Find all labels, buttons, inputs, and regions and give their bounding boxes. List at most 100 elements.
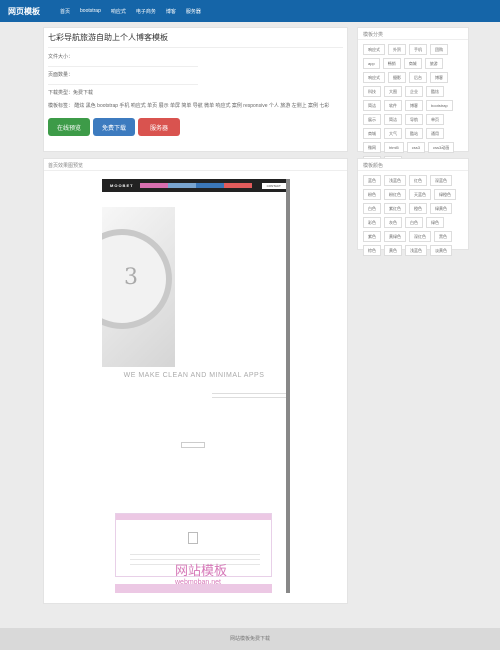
color-tag[interactable]: 紫色 <box>363 231 381 242</box>
screenshot-paragraph <box>212 393 286 403</box>
main-nav: 首页 bootstrap 响应式 电子商务 博客 服务器 <box>60 8 201 15</box>
screenshot-menu-item <box>223 183 252 188</box>
color-tag[interactable]: 浅蓝色 <box>405 245 427 256</box>
category-title: 模板分类 <box>358 28 468 40</box>
document-icon <box>188 532 198 544</box>
category-tag[interactable]: 博客 <box>405 100 423 111</box>
category-tag[interactable]: 通用 <box>426 128 444 139</box>
color-tag[interactable]: 深蓝色 <box>430 175 452 186</box>
nav-responsive[interactable]: 响应式 <box>111 8 126 15</box>
color-tag[interactable]: 蓝色 <box>363 175 381 186</box>
category-tag[interactable]: 大气 <box>384 128 402 139</box>
category-tag[interactable]: 展示 <box>363 114 381 125</box>
color-tag[interactable]: 黄绿色 <box>384 231 406 242</box>
nav-bootstrap[interactable]: bootstrap <box>80 8 101 15</box>
color-tag[interactable]: 黑色 <box>434 231 452 242</box>
category-tag[interactable]: html5 <box>384 142 404 153</box>
category-tag[interactable]: css3动画 <box>428 142 455 153</box>
category-tag[interactable]: 酷站 <box>405 128 423 139</box>
category-tag[interactable]: bootstrap <box>426 100 453 111</box>
color-tag[interactable]: 灰色 <box>384 217 402 228</box>
color-tag[interactable]: 棕色 <box>363 245 381 256</box>
category-tag[interactable]: 简洁 <box>384 114 402 125</box>
nav-server[interactable]: 服务器 <box>186 8 201 15</box>
color-tag[interactable]: 浅蓝色 <box>384 175 406 186</box>
color-tag[interactable]: 橙色 <box>409 203 427 214</box>
download-button[interactable]: 免费下载 <box>93 118 135 136</box>
preview-button[interactable]: 在线预览 <box>48 118 90 136</box>
watermark: 网站模板 webmoban.net <box>175 563 228 589</box>
category-tag[interactable]: 科技 <box>363 86 381 97</box>
watermark-main: 网站模板 <box>175 563 228 578</box>
screenshot-menu-item <box>195 183 224 188</box>
template-screenshot[interactable]: MOOBET CONTACT 3 WE MAKE CLEAN AND MINIM… <box>102 179 290 593</box>
category-tag[interactable]: app <box>363 58 380 69</box>
color-tag[interactable]: 绿橙色 <box>434 189 456 200</box>
color-tag[interactable]: 天蓝色 <box>409 189 431 200</box>
category-tag[interactable]: 博客 <box>430 72 448 83</box>
category-tag[interactable]: 旅游 <box>424 58 443 69</box>
category-tag[interactable]: 后台 <box>409 72 427 83</box>
category-tag-list: 响应式 外贸 手机 团购 app 畅销 商城 旅游 响应式 摄影 后台 博客 科技 大图 企业 酷炫 简洁 软件博… <box>358 40 468 171</box>
category-tag[interactable]: 畅销 <box>382 58 401 69</box>
screenshot-menu-item <box>167 183 196 188</box>
page-count: 页面数量： <box>48 72 74 78</box>
file-size: 文件大小： <box>48 54 74 60</box>
color-tag[interactable]: 绿色 <box>426 217 444 228</box>
category-tag[interactable]: 酷炫 <box>426 86 444 97</box>
screenshot-logo: MOOBET <box>110 183 134 188</box>
category-tag[interactable]: 导航 <box>405 114 423 125</box>
color-tag[interactable]: 黄色 <box>384 245 402 256</box>
color-tag[interactable]: 紫红色 <box>384 203 406 214</box>
category-tag[interactable]: 外贸 <box>388 44 406 55</box>
preview-panel: 首页效果图预览 MOOBET CONTACT 3 WE MAKE CLEAN A… <box>43 158 348 604</box>
preview-title: 首页效果图预览 <box>44 159 347 171</box>
nav-ecommerce[interactable]: 电子商务 <box>136 8 156 15</box>
nav-home[interactable]: 首页 <box>60 8 70 15</box>
category-tag[interactable]: 大图 <box>384 86 402 97</box>
template-detail-panel: 七彩导航旅游自助上个人博客模板 文件大小： 页面数量： 下载类型：免费下载 模板… <box>43 27 348 152</box>
category-tag[interactable]: 响应式 <box>363 72 385 83</box>
nav-blog[interactable]: 博客 <box>166 8 176 15</box>
brand-logo[interactable]: 网页模板 <box>8 6 53 17</box>
category-panel: 模板分类 响应式 外贸 手机 团购 app 畅销 商城 旅游 响应式 摄影 后台 博客 科技 大图 企业 酷炫… <box>357 27 469 167</box>
category-tag[interactable]: 商城 <box>403 58 422 69</box>
category-tag[interactable]: 摄影 <box>388 72 406 83</box>
screenshot-menu-item <box>139 183 168 188</box>
color-tag[interactable]: 粉红色 <box>384 189 406 200</box>
category-tag[interactable]: css3 <box>406 142 426 153</box>
server-button[interactable]: 服务器 <box>138 118 180 136</box>
color-tag[interactable]: 彩色 <box>363 217 381 228</box>
color-tag[interactable]: 淡黄色 <box>430 245 452 256</box>
category-tag[interactable]: 响应式 <box>363 44 385 55</box>
watch-image: 3 <box>102 207 175 367</box>
category-tag[interactable]: 团购 <box>430 44 448 55</box>
category-tag[interactable]: 单页 <box>426 114 444 125</box>
category-tag[interactable]: 微网 <box>363 142 381 153</box>
screenshot-hero-text: WE MAKE CLEAN AND MINIMAL APPS <box>123 372 265 379</box>
color-tag-list: 蓝色 浅蓝色 红色 深蓝色 粉色 粉红色 天蓝色 绿橙色 白色 紫红色 橙色 绿黄色 彩色 灰色 白色 绿色紫… <box>358 171 468 260</box>
color-tag[interactable]: 红色 <box>409 175 427 186</box>
watermark-sub: webmoban.net <box>175 579 221 586</box>
screenshot-contact: CONTACT <box>261 182 286 189</box>
watch-number: 3 <box>124 265 138 290</box>
category-tag[interactable]: 简洁 <box>363 100 381 111</box>
top-navbar: 网页模板 首页 bootstrap 响应式 电子商务 博客 服务器 <box>0 0 500 22</box>
color-tag[interactable]: 绿黄色 <box>430 203 452 214</box>
screenshot-button <box>181 442 205 448</box>
category-tag[interactable]: 企业 <box>405 86 423 97</box>
category-tag[interactable]: 手机 <box>409 44 427 55</box>
category-tag[interactable]: 商城 <box>363 128 381 139</box>
screenshot-menu <box>139 183 252 188</box>
color-panel: 模板颜色 蓝色 浅蓝色 红色 深蓝色 粉色 粉红色 天蓝色 绿橙色 白色 紫红色 橙色 绿黄色 彩色 灰色… <box>357 158 469 256</box>
download-type: 下载类型：免费下载 <box>48 90 94 96</box>
color-tag[interactable]: 深红色 <box>409 231 431 242</box>
color-tag[interactable]: 白色 <box>405 217 423 228</box>
color-tag[interactable]: 粉色 <box>363 189 381 200</box>
template-title: 七彩导航旅游自助上个人博客模板 <box>48 32 343 48</box>
category-tag[interactable]: 软件 <box>384 100 402 111</box>
color-tag[interactable]: 白色 <box>363 203 381 214</box>
action-buttons: 在线预览 免费下载 服务器 <box>48 118 343 136</box>
screenshot-navbar: MOOBET CONTACT <box>102 179 286 192</box>
color-title: 模板颜色 <box>358 159 468 171</box>
